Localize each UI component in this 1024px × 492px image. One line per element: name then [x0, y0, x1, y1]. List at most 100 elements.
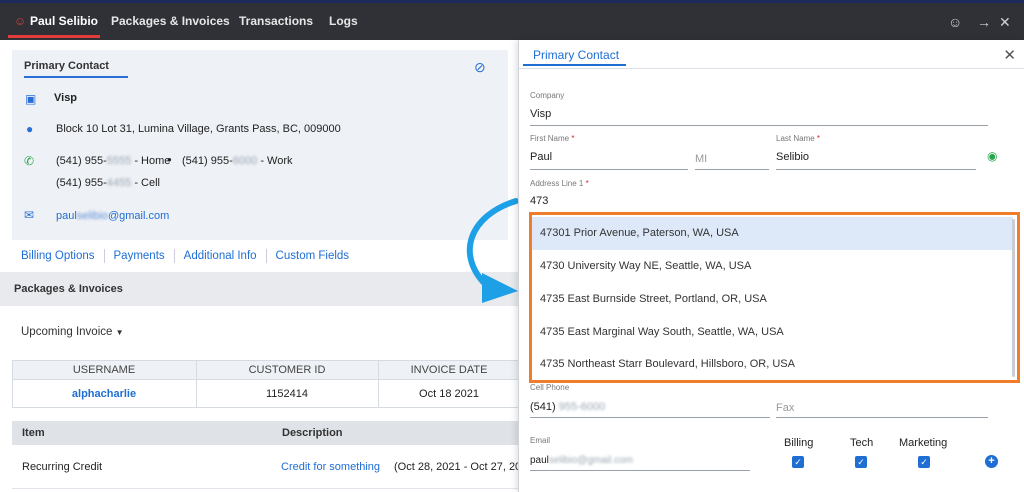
fax-underline	[776, 417, 988, 418]
billing-label: Billing	[784, 437, 814, 449]
tab-transactions[interactable]: Transactions	[239, 14, 313, 28]
phone-work-prefix: (541) 955-	[182, 155, 233, 167]
tab-contact[interactable]: Paul Selibio	[30, 14, 98, 28]
billing-checkbox[interactable]: ✓	[792, 456, 804, 468]
item-cell: Recurring Credit	[22, 461, 103, 473]
marketing-checkbox[interactable]: ✓	[918, 456, 930, 468]
fax-input[interactable]: Fax	[776, 402, 794, 414]
active-tab-indicator	[8, 35, 100, 38]
phone-cell: (541) 955-4455 - Cell	[56, 177, 160, 189]
divider	[103, 249, 105, 263]
cell-phone-prefix: (541)	[530, 401, 556, 413]
email-link[interactable]: paulselibio@gmail.com	[56, 210, 169, 222]
packages-title: Packages & Invoices	[14, 283, 123, 295]
address-line1-input[interactable]: 473	[530, 195, 548, 207]
panel-tab-indicator	[523, 64, 626, 66]
first-name-label-text: First Name	[530, 134, 570, 143]
address-text: Block 10 Lot 31, Lumina Village, Grants …	[56, 123, 341, 135]
suggestion-item[interactable]: 4735 East Marginal Way South, Seattle, W…	[532, 316, 1013, 349]
column-header-description: Description	[282, 427, 343, 439]
email-input-blurred: selibio@gmail.com	[548, 455, 633, 466]
last-name-underline	[776, 169, 976, 170]
username-link[interactable]: alphacharlie	[12, 388, 196, 400]
tab-packages-invoices[interactable]: Packages & Invoices	[111, 14, 230, 28]
phone-icon: ✆	[24, 154, 35, 168]
scrollbar[interactable]	[1012, 219, 1015, 377]
phone-work-blurred: 6000	[232, 155, 258, 167]
last-name-label-text: Last Name	[776, 134, 815, 143]
table-row: Recurring Credit Credit for something (O…	[12, 445, 522, 489]
tab-logs[interactable]: Logs	[329, 14, 358, 28]
phone-home-suffix: - Home	[134, 155, 171, 167]
items-table-header: Item Description	[12, 421, 520, 445]
suggestion-item[interactable]: 4735 Northeast Starr Boulevard, Hillsbor…	[532, 348, 1013, 381]
mi-input[interactable]: MI	[695, 153, 707, 165]
phone-work-suffix: - Work	[260, 155, 293, 167]
top-nav-bar: ☺ Paul Selibio Packages & Invoices Trans…	[0, 0, 1024, 40]
tech-checkbox[interactable]: ✓	[855, 456, 867, 468]
required-asterisk: *	[585, 179, 589, 188]
divider	[519, 68, 1024, 69]
email-suffix: @gmail.com	[107, 210, 170, 222]
phone-cell-blurred: 4455	[106, 177, 132, 189]
column-header-invoice-date[interactable]: INVOICE DATE	[378, 364, 520, 376]
payments-link[interactable]: Payments	[114, 250, 165, 262]
address-line1-label: Address Line 1 *	[530, 179, 589, 188]
address-suggestions-list: 47301 Prior Avenue, Paterson, WA, USA 47…	[529, 212, 1020, 383]
first-name-input[interactable]: Paul	[530, 151, 552, 163]
email-input[interactable]: paulselibio@gmail.com	[530, 455, 633, 466]
suggestion-item[interactable]: 4735 East Burnside Street, Portland, OR,…	[532, 283, 1013, 316]
cell-phone-label: Cell Phone	[530, 383, 570, 392]
suggestion-item[interactable]: 4730 University Way NE, Seattle, WA, USA	[532, 250, 1013, 283]
description-link[interactable]: Credit for something	[281, 461, 380, 473]
mi-underline	[695, 169, 769, 170]
upcoming-invoice-dropdown[interactable]: Upcoming Invoice ▼	[21, 326, 124, 338]
company-name: Visp	[54, 92, 78, 104]
add-contact-icon[interactable]: +	[985, 455, 998, 468]
phone-work: (541) 955-6000 - Work	[182, 155, 293, 167]
last-name-input[interactable]: Selibio	[776, 151, 809, 163]
additional-info-link[interactable]: Additional Info	[184, 250, 257, 262]
customer-id-cell: 1152414	[265, 388, 308, 400]
marketing-label: Marketing	[899, 437, 948, 449]
contact-links: Billing Options Payments Additional Info Cu…	[21, 249, 349, 263]
last-name-label: Last Name *	[776, 134, 820, 143]
company-input[interactable]: Visp	[530, 108, 551, 120]
divider	[173, 249, 175, 263]
first-name-label: First Name *	[530, 134, 574, 143]
email-label: Email	[530, 436, 551, 445]
forward-arrow-icon[interactable]: →	[977, 14, 991, 30]
email-underline	[530, 470, 750, 471]
mail-icon: ✉	[24, 208, 35, 222]
building-icon: ▣	[25, 92, 37, 106]
phone-cell-suffix: - Cell	[134, 177, 160, 189]
company-label: Company	[530, 91, 565, 100]
column-header-username[interactable]: USERNAME	[12, 364, 196, 376]
custom-fields-link[interactable]: Custom Fields	[276, 250, 350, 262]
panel-close-icon[interactable]: ✕	[1003, 46, 1016, 64]
close-icon[interactable]: ✕	[999, 14, 1011, 31]
upcoming-invoice-label: Upcoming Invoice	[21, 326, 113, 338]
cell-phone-input[interactable]: (541) 955-6000	[530, 401, 605, 413]
required-asterisk: *	[571, 134, 575, 143]
suggestion-item[interactable]: 47301 Prior Avenue, Paterson, WA, USA	[532, 217, 1013, 250]
bullet-separator: ●	[167, 155, 172, 164]
email-prefix: paul	[56, 210, 77, 222]
smiley-icon[interactable]: ☺	[948, 14, 962, 30]
period-cell: (Oct 28, 2021 - Oct 27, 20	[394, 461, 522, 473]
user-icon: ☺	[14, 14, 27, 28]
required-asterisk: *	[816, 134, 821, 143]
eye-icon[interactable]: ◉	[987, 149, 997, 163]
divider	[265, 249, 267, 263]
billing-options-link[interactable]: Billing Options	[21, 250, 95, 262]
phone-cell-prefix: (541) 955-	[56, 177, 107, 189]
caret-down-icon: ▼	[115, 328, 124, 337]
invoice-date-cell: Oct 18 2021	[419, 388, 479, 400]
email-input-prefix: paul	[530, 455, 549, 466]
email-blurred: selibio	[76, 210, 108, 222]
location-pin-icon: ●	[26, 122, 34, 136]
column-header-customer-id[interactable]: CUSTOMER ID	[196, 364, 378, 376]
company-input-underline	[530, 125, 988, 126]
cell-phone-blurred: 955-6000	[558, 401, 606, 413]
edit-icon[interactable]: ⊘	[474, 59, 486, 76]
